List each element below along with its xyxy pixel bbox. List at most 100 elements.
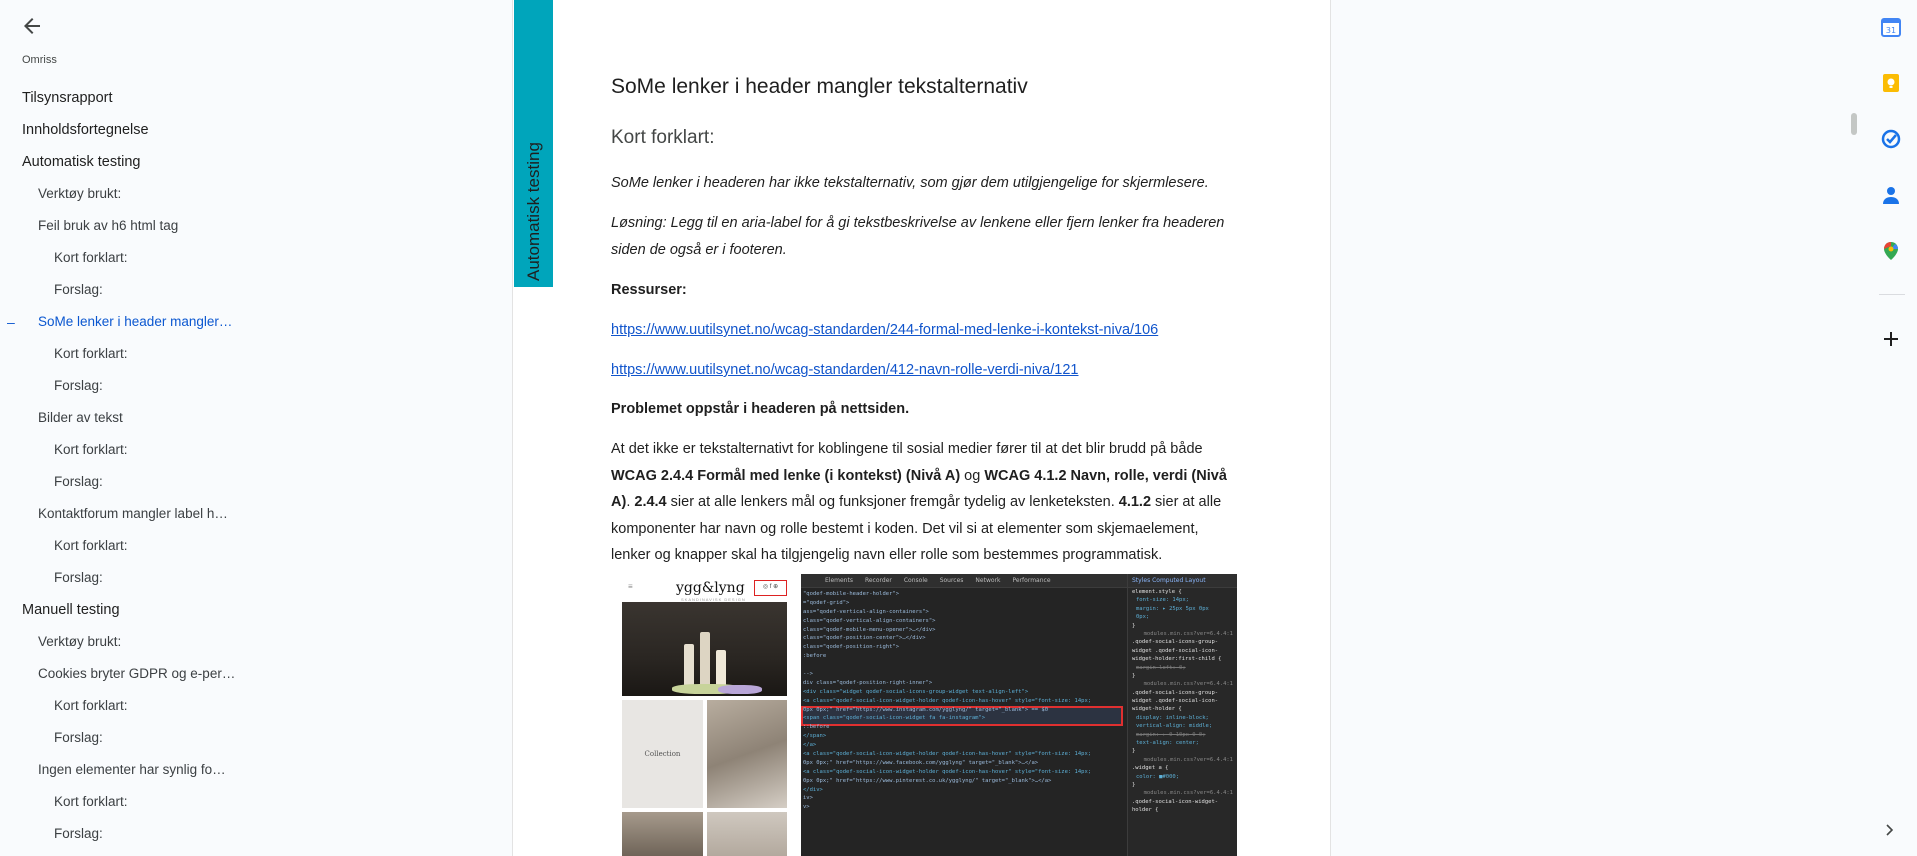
styles-rules: element.style { font-size: 14px; margin:… xyxy=(1128,588,1237,815)
outline-item[interactable]: Kort forklart: xyxy=(0,245,512,277)
outline-item-label: Tilsynsrapport xyxy=(22,90,113,106)
resource-link-244[interactable]: https://www.uutilsynet.no/wcag-standarde… xyxy=(611,322,1158,338)
style-rule-line: 0px; xyxy=(1136,614,1150,621)
outline-item[interactable]: Ingen elementer har synlig fo… xyxy=(0,757,512,789)
style-rule-line: margin-left: 0; xyxy=(1136,664,1186,671)
dom-line: <span class="qodef-social-icon-widget fa… xyxy=(803,715,986,722)
outline-title: Omriss xyxy=(22,54,57,66)
calendar-icon[interactable]: 31 xyxy=(1881,17,1901,37)
social-icons-highlight: ◎ f ⊕ xyxy=(754,580,787,596)
outline-item[interactable]: Forslag: xyxy=(0,821,512,853)
outline-item[interactable]: Kort forklart: xyxy=(0,693,512,725)
outline-item-label: Forslag: xyxy=(54,570,103,585)
document-tab-marker[interactable]: Automatisk testing xyxy=(514,0,553,287)
dom-line: :before xyxy=(803,653,827,660)
outline-item-label: Kort forklart: xyxy=(54,698,128,713)
outline-item[interactable]: – SoMe lenker i header mangler… xyxy=(0,309,512,341)
tasks-icon[interactable] xyxy=(1881,129,1901,149)
product-image-candles xyxy=(622,602,787,696)
style-rule-line: modules.min.css?ver=6.4.4:1 xyxy=(1143,630,1233,637)
dom-line: 0px 0px;" href="https://www.pinterest.co… xyxy=(803,777,1052,784)
embedded-screenshot[interactable]: ≡ ygg&lyng SKANDINAVISK DESIGN ◎ f ⊕ Col… xyxy=(611,574,1237,856)
outline-item-label: SoMe lenker i header mangler… xyxy=(38,314,233,329)
back-arrow-icon[interactable] xyxy=(20,14,44,38)
style-rule-line: widget-holder:first-child { xyxy=(1132,656,1222,663)
style-rule-line: element.style { xyxy=(1132,589,1182,595)
style-rule-line: widget .qodef-social-icon- xyxy=(1132,647,1219,654)
style-rule-line: font-size: 14px; xyxy=(1136,597,1189,604)
outline-item[interactable]: Kontaktforum mangler label h… xyxy=(0,501,512,533)
style-rule-line: holder { xyxy=(1132,807,1159,814)
outline-item[interactable]: Kort forklart: xyxy=(0,341,512,373)
outline-item[interactable]: Manuell testing xyxy=(0,597,512,629)
outline-item[interactable]: Kort forklart: xyxy=(0,789,512,821)
outline-item[interactable]: Kort forklart: xyxy=(0,437,512,469)
chevron-right-icon[interactable] xyxy=(1882,822,1898,838)
outline-item[interactable]: Forslag: xyxy=(0,277,512,309)
document-page: Automatisk testing SoMe lenker i header … xyxy=(512,0,1331,856)
resources-label: Ressurser: xyxy=(611,282,687,298)
dom-line: 0px 0px;" href="https://www.instagram.co… xyxy=(803,706,1049,713)
svg-text:31: 31 xyxy=(1886,26,1896,35)
active-indicator-icon: – xyxy=(7,314,15,330)
devtools-styles-pane: Styles Computed Layout element.style { f… xyxy=(1127,574,1237,856)
explanation-text: At det ikke er tekstalternativt for kobl… xyxy=(611,441,1203,457)
style-rule-line: modules.min.css?ver=6.4.4:1 xyxy=(1143,756,1233,763)
dom-line: class="qodef-vertical-align-containers"> xyxy=(803,617,936,624)
devtools-tab: Sources xyxy=(939,577,964,584)
outline-item[interactable]: Verktøy brukt: xyxy=(0,181,512,213)
style-rule-line: modules.min.css?ver=6.4.4:1 xyxy=(1143,790,1233,797)
side-panel-rail: 31 xyxy=(1866,0,1917,856)
contacts-icon[interactable] xyxy=(1881,185,1901,205)
style-rule-line: } xyxy=(1132,622,1136,629)
website-preview: ≡ ygg&lyng SKANDINAVISK DESIGN ◎ f ⊕ Col… xyxy=(611,574,801,856)
dom-line: </span> xyxy=(803,733,827,740)
outline-item-label: Kort forklart: xyxy=(54,794,128,809)
outline-item-label: Forslag: xyxy=(54,474,103,489)
outline-item[interactable]: Cookies bryter GDPR og e-per… xyxy=(0,661,512,693)
outline-item[interactable]: Automatisk testing xyxy=(0,149,512,181)
outline-item[interactable]: Kort forklart: xyxy=(0,533,512,565)
outline-item[interactable]: Tilsynsrapport xyxy=(0,85,512,117)
outline-item-label: Innholdsfortegnelse xyxy=(22,122,149,138)
keep-notes-icon[interactable] xyxy=(1881,73,1901,93)
outline-item[interactable]: Verktøy brukt: xyxy=(0,629,512,661)
outline-item-label: Kort forklart: xyxy=(54,442,128,457)
style-rule-line: modules.min.css?ver=6.4.4:1 xyxy=(1143,681,1233,688)
dom-line: ::before xyxy=(803,724,830,731)
devtools-tab: Console xyxy=(903,577,928,584)
outline-item[interactable]: Forslag: xyxy=(0,469,512,501)
outline-item[interactable]: Bilder av tekst xyxy=(0,405,512,437)
devtools-tabs: Elements Recorder Console Sources Network Per… xyxy=(801,574,1127,588)
resource-link-412[interactable]: https://www.uutilsynet.no/wcag-standarde… xyxy=(611,362,1078,378)
outline-item[interactable]: Forslag: xyxy=(0,565,512,597)
outline-item[interactable]: Forslag: xyxy=(0,725,512,757)
style-rule-line: display: inline-block; xyxy=(1136,714,1209,721)
outline-item[interactable]: Innholdsfortegnelse xyxy=(0,117,512,149)
style-rule-line: .widget a { xyxy=(1132,765,1169,772)
outline-item-label: Verktøy brukt: xyxy=(38,634,122,649)
document-outline-panel: Omriss Tilsynsrapport Innholdsfortegnelse… xyxy=(0,0,512,856)
explanation-text: sier at alle lenkers mål og funksjoner f… xyxy=(666,494,1119,510)
wcag-244-ref: WCAG 2.4.4 Formål med lenke (i kontekst)… xyxy=(611,467,961,484)
dom-line: ="qodef-grid"> xyxy=(803,599,850,606)
summary-paragraph: SoMe lenker i headeren har ikke tekstalt… xyxy=(611,175,1209,191)
problem-statement: Problemet oppstår i headeren på nettside… xyxy=(611,401,910,417)
add-icon[interactable] xyxy=(1881,329,1901,349)
style-rule-line: } xyxy=(1132,672,1136,679)
maps-icon[interactable] xyxy=(1881,241,1901,261)
outline-item[interactable]: Feil bruk av h6 html tag xyxy=(0,213,512,245)
wcag-412-short: 4.1.2 xyxy=(1118,494,1152,510)
dom-line: </div> xyxy=(803,786,823,793)
dom-line: <a class="qodef-social-icon-widget-holde… xyxy=(803,768,1092,775)
dom-line: div class="qodef-position-right-inner"> xyxy=(803,679,933,686)
styles-tabs: Styles Computed Layout xyxy=(1128,574,1237,588)
outline-item-label: Bilder av tekst xyxy=(38,410,123,425)
devtools-tab: Recorder xyxy=(864,577,892,584)
outline-item[interactable]: Forslag: xyxy=(0,373,512,405)
dom-line: ass="qodef-vertical-align-containers"> xyxy=(803,608,929,615)
outline-item-label: Forslag: xyxy=(54,730,103,745)
scrollbar-thumb[interactable] xyxy=(1851,113,1857,135)
outline-item-label: Kontaktforum mangler label h… xyxy=(38,506,228,521)
style-rule-line: .qodef-social-icons-group- xyxy=(1132,689,1219,696)
